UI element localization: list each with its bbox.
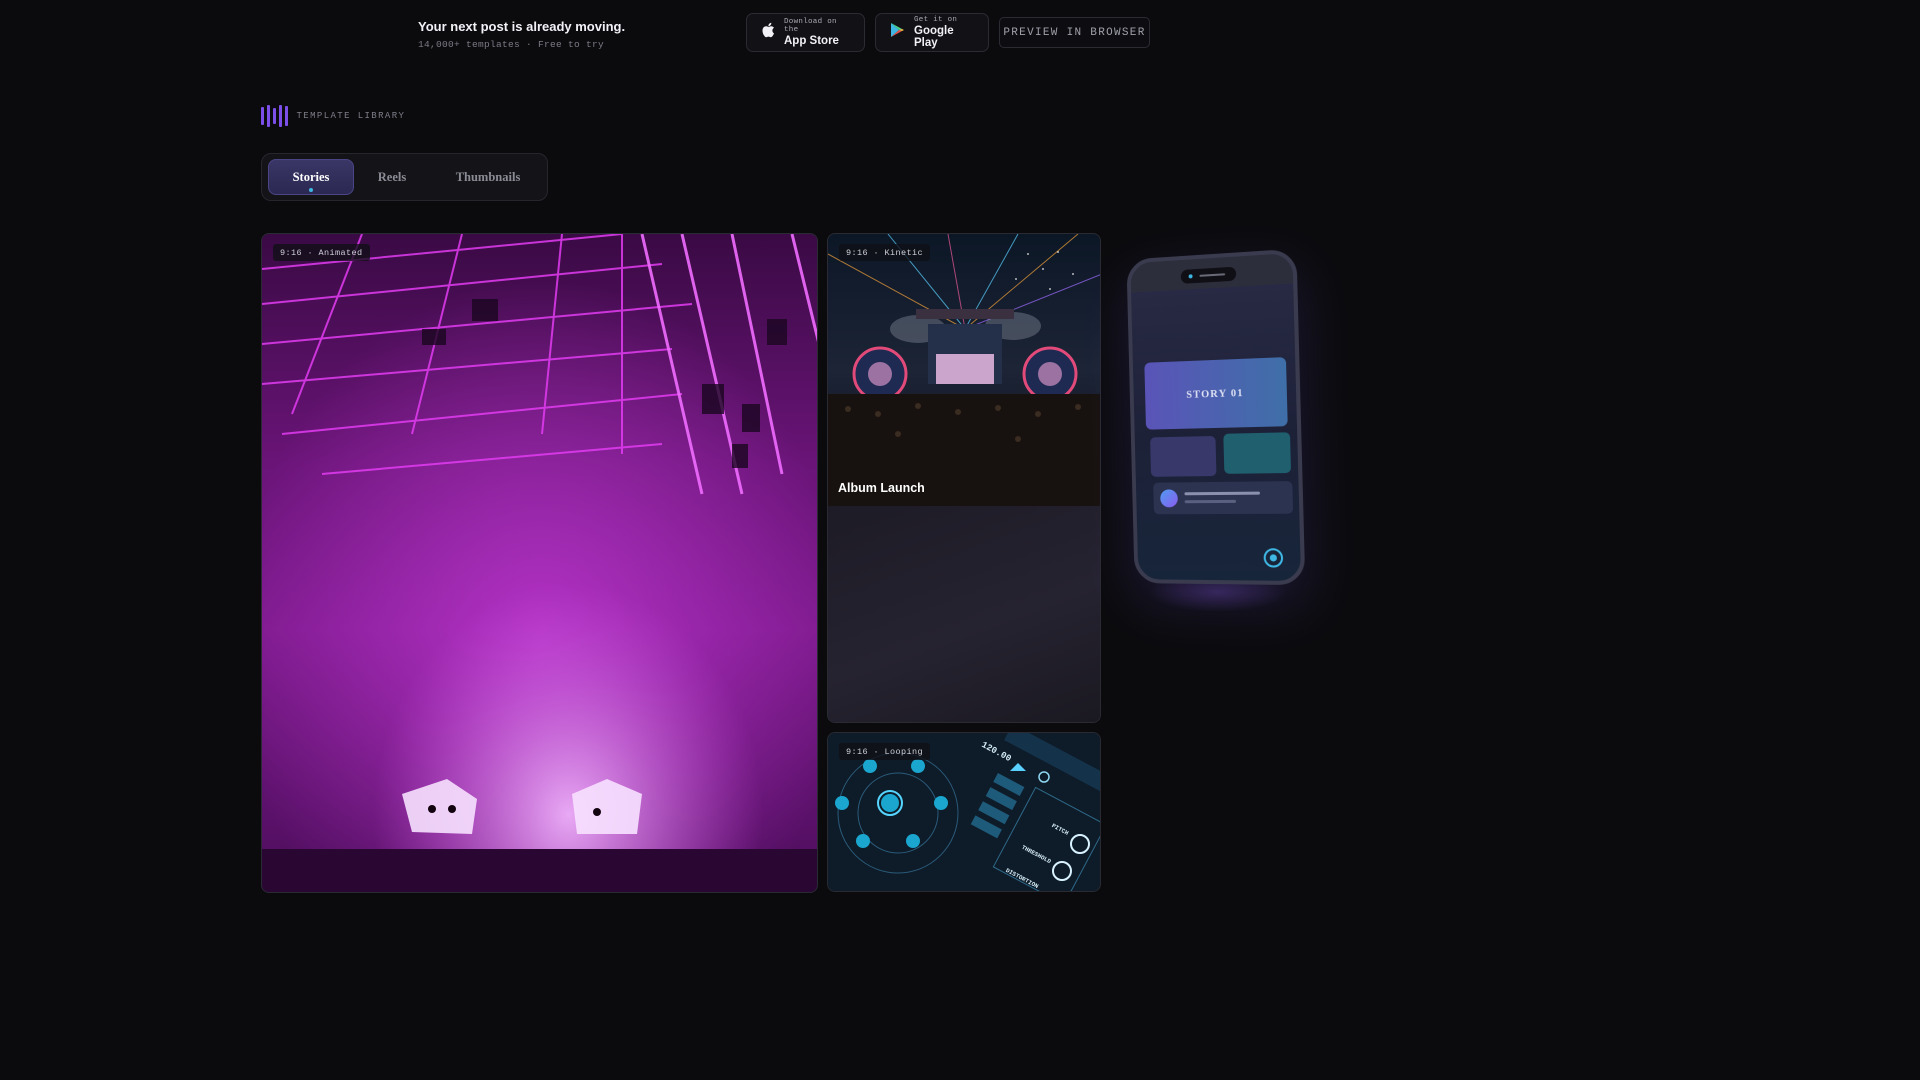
record-button-icon [1263,548,1284,568]
app-store-button[interactable]: Download on the App Store [746,13,865,52]
promo-headline: Your next post is already moving. [418,19,626,34]
google-play-icon [890,22,905,43]
card-format-badge: 9:16 · Kinetic [839,244,931,261]
promo-block: Your next post is already moving. 14,000… [418,19,625,50]
phone-list-row [1153,481,1294,515]
phone-tile [1223,432,1292,474]
phone-mockup: STORY 01 [1126,248,1308,612]
promo-subtitle: 14,000+ templates · Free to try [418,39,605,50]
preview-in-browser-button[interactable]: PREVIEW IN BROWSER [999,17,1150,48]
section-label: TEMPLATE LIBRARY [261,104,405,127]
tab-thumbnails[interactable]: Thumbnails [434,159,542,195]
card-lower-panel [828,506,1100,722]
template-card-kinetic[interactable]: 9:16 · Kinetic Album Launch [827,233,1101,723]
card-format-badge: 9:16 · Animated [273,244,370,261]
tab-reels[interactable]: Reels [358,159,426,195]
card-title: Album Launch [838,481,925,495]
phone-tile [1150,435,1217,477]
avatar [1160,489,1178,508]
card-format-badge: 9:16 · Looping [839,743,931,760]
phone-story-card: STORY 01 [1144,357,1288,430]
google-play-caption: Get it on [914,16,958,24]
apple-icon [761,22,775,43]
app-store-label: App Store [784,35,839,47]
concert-image [262,234,817,892]
google-play-label: Google Play [914,25,954,49]
tab-stories[interactable]: Stories [268,159,354,195]
phone-frame: STORY 01 [1126,248,1306,586]
template-card-animated[interactable]: 9:16 · Animated [261,233,818,893]
section-label-text: TEMPLATE LIBRARY [296,110,406,121]
app-store-caption: Download on the [784,18,837,34]
festival-stage-image [828,234,1100,506]
template-card-looping[interactable]: 9:16 · Looping 120.00 PITCH THRESHOLD DI… [827,732,1101,892]
google-play-button[interactable]: Get it on Google Play [875,13,989,52]
bars-logo-icon [261,104,288,127]
template-tabs: Stories Reels Thumbnails [261,153,548,201]
